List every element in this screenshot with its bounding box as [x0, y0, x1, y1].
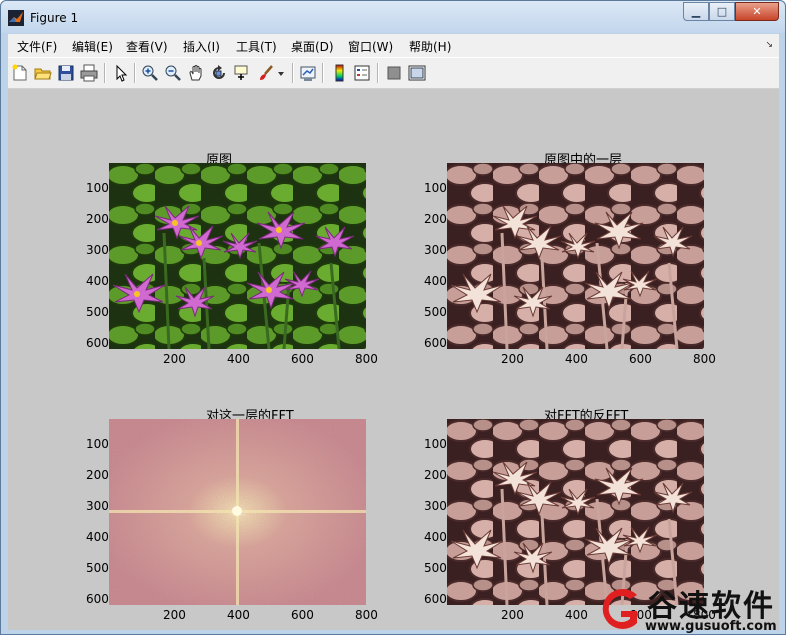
subplot-1-ytick: 200: [86, 212, 109, 226]
subplot-1-ytick: 500: [86, 305, 109, 319]
menu-view[interactable]: 查看(V): [126, 38, 168, 55]
subplot-3-ytick: 200: [86, 468, 109, 482]
subplot-2-image[interactable]: [447, 163, 704, 349]
legend-icon[interactable]: [353, 64, 371, 82]
subplot-4-xtick: 200: [501, 608, 524, 622]
brush-icon[interactable]: [257, 64, 275, 82]
subplot-1-ytick: 100: [86, 181, 109, 195]
dropdown-arrow-icon[interactable]: [276, 64, 286, 82]
menu-help[interactable]: 帮助(H): [409, 38, 451, 55]
subplot-3-ytick: 400: [86, 530, 109, 544]
subplot-2-xtick: 200: [501, 352, 524, 366]
zoom-in-icon[interactable]: [141, 64, 159, 82]
subplot-2-ytick: 400: [424, 274, 447, 288]
subplot-1-ytick: 400: [86, 274, 109, 288]
window-controls: ▁ □ ✕: [683, 2, 779, 22]
subplot-3-ytick: 600: [86, 592, 109, 606]
subplot-2-ytick: 100: [424, 181, 447, 195]
subplot-1-ytick: 300: [86, 243, 109, 257]
subplot-4-ytick: 400: [424, 530, 447, 544]
colorbar-icon[interactable]: [330, 64, 348, 82]
toolbar: [8, 57, 779, 89]
menu-file[interactable]: 文件(F): [17, 38, 57, 55]
rotate-3d-icon[interactable]: [210, 64, 228, 82]
subplot-4-ytick: 600: [424, 592, 447, 606]
subplot-3-ytick: 500: [86, 561, 109, 575]
pan-hand-icon[interactable]: [187, 64, 205, 82]
maximize-button[interactable]: □: [709, 2, 735, 21]
close-button[interactable]: ✕: [735, 2, 779, 21]
subplot-2-ytick: 200: [424, 212, 447, 226]
toolbar-separator: [104, 63, 106, 83]
subplot-1-xtick: 600: [291, 352, 314, 366]
select-arrow-icon[interactable]: [112, 64, 130, 82]
gusu-logo-icon: [602, 589, 637, 629]
subplot-3-ytick: 300: [86, 499, 109, 513]
subplot-1-xtick: 400: [227, 352, 250, 366]
subplot-4-image[interactable]: [447, 419, 704, 605]
zoom-out-icon[interactable]: [164, 64, 182, 82]
watermark: 谷速软件 www.gusuoft.com: [589, 579, 786, 636]
watermark-url: www.gusuoft.com: [645, 619, 777, 634]
menu-desktop[interactable]: 桌面(D): [291, 38, 334, 55]
save-icon[interactable]: [57, 64, 75, 82]
subplot-3-xtick: 400: [227, 608, 250, 622]
subplot-4-ytick: 300: [424, 499, 447, 513]
subplot-2-ytick: 600: [424, 336, 447, 350]
subplot-2-ytick: 500: [424, 305, 447, 319]
hide-plot-tools-icon[interactable]: [385, 64, 403, 82]
window-title: Figure 1: [30, 11, 79, 25]
menu-window[interactable]: 窗口(W): [348, 38, 393, 55]
toolbar-separator: [292, 63, 294, 83]
toolbar-separator: [134, 63, 136, 83]
menu-edit[interactable]: 编辑(E): [72, 38, 113, 55]
figure-client: 文件(F) 编辑(E) 查看(V) 插入(I) 工具(T) 桌面(D) 窗口(W…: [8, 34, 779, 630]
subplot-3-xtick: 200: [163, 608, 186, 622]
subplot-1-image[interactable]: [109, 163, 366, 349]
open-file-icon[interactable]: [34, 64, 52, 82]
title-bar[interactable]: Figure 1 ▁ □ ✕: [1, 1, 785, 33]
link-plot-icon[interactable]: [299, 64, 317, 82]
subplot-1-xtick: 200: [163, 352, 186, 366]
figure-window: Figure 1 ▁ □ ✕ 文件(F) 编辑(E) 查看(V) 插入(I) 工…: [0, 0, 786, 635]
figure-canvas[interactable]: 原图 100 200 300 400 500 600 200 400 600 8…: [8, 89, 779, 630]
subplot-2-xtick: 400: [565, 352, 588, 366]
new-figure-icon[interactable]: [11, 64, 29, 82]
subplot-4-ytick: 100: [424, 437, 447, 451]
menu-bar: 文件(F) 编辑(E) 查看(V) 插入(I) 工具(T) 桌面(D) 窗口(W…: [8, 34, 779, 56]
menu-overflow-icon[interactable]: ↘: [765, 40, 773, 50]
subplot-4-xtick: 400: [565, 608, 588, 622]
menu-insert[interactable]: 插入(I): [183, 38, 220, 55]
subplot-3-xtick: 800: [355, 608, 378, 622]
subplot-2-ytick: 300: [424, 243, 447, 257]
toolbar-separator: [377, 63, 379, 83]
toolbar-separator: [322, 63, 324, 83]
matlab-logo-icon: [8, 10, 24, 26]
subplot-4-ytick: 200: [424, 468, 447, 482]
data-cursor-icon[interactable]: [233, 64, 251, 82]
subplot-1-ytick: 600: [86, 336, 109, 350]
subplot-2-xtick: 800: [693, 352, 716, 366]
minimize-button[interactable]: ▁: [683, 2, 709, 21]
menu-tools[interactable]: 工具(T): [236, 38, 277, 55]
subplot-4-ytick: 500: [424, 561, 447, 575]
subplot-2-xtick: 600: [629, 352, 652, 366]
print-icon[interactable]: [80, 64, 98, 82]
show-plot-tools-icon[interactable]: [408, 64, 426, 82]
subplot-3-xtick: 600: [291, 608, 314, 622]
subplot-3-ytick: 100: [86, 437, 109, 451]
subplot-3-image[interactable]: [109, 419, 366, 605]
subplot-1-xtick: 800: [355, 352, 378, 366]
